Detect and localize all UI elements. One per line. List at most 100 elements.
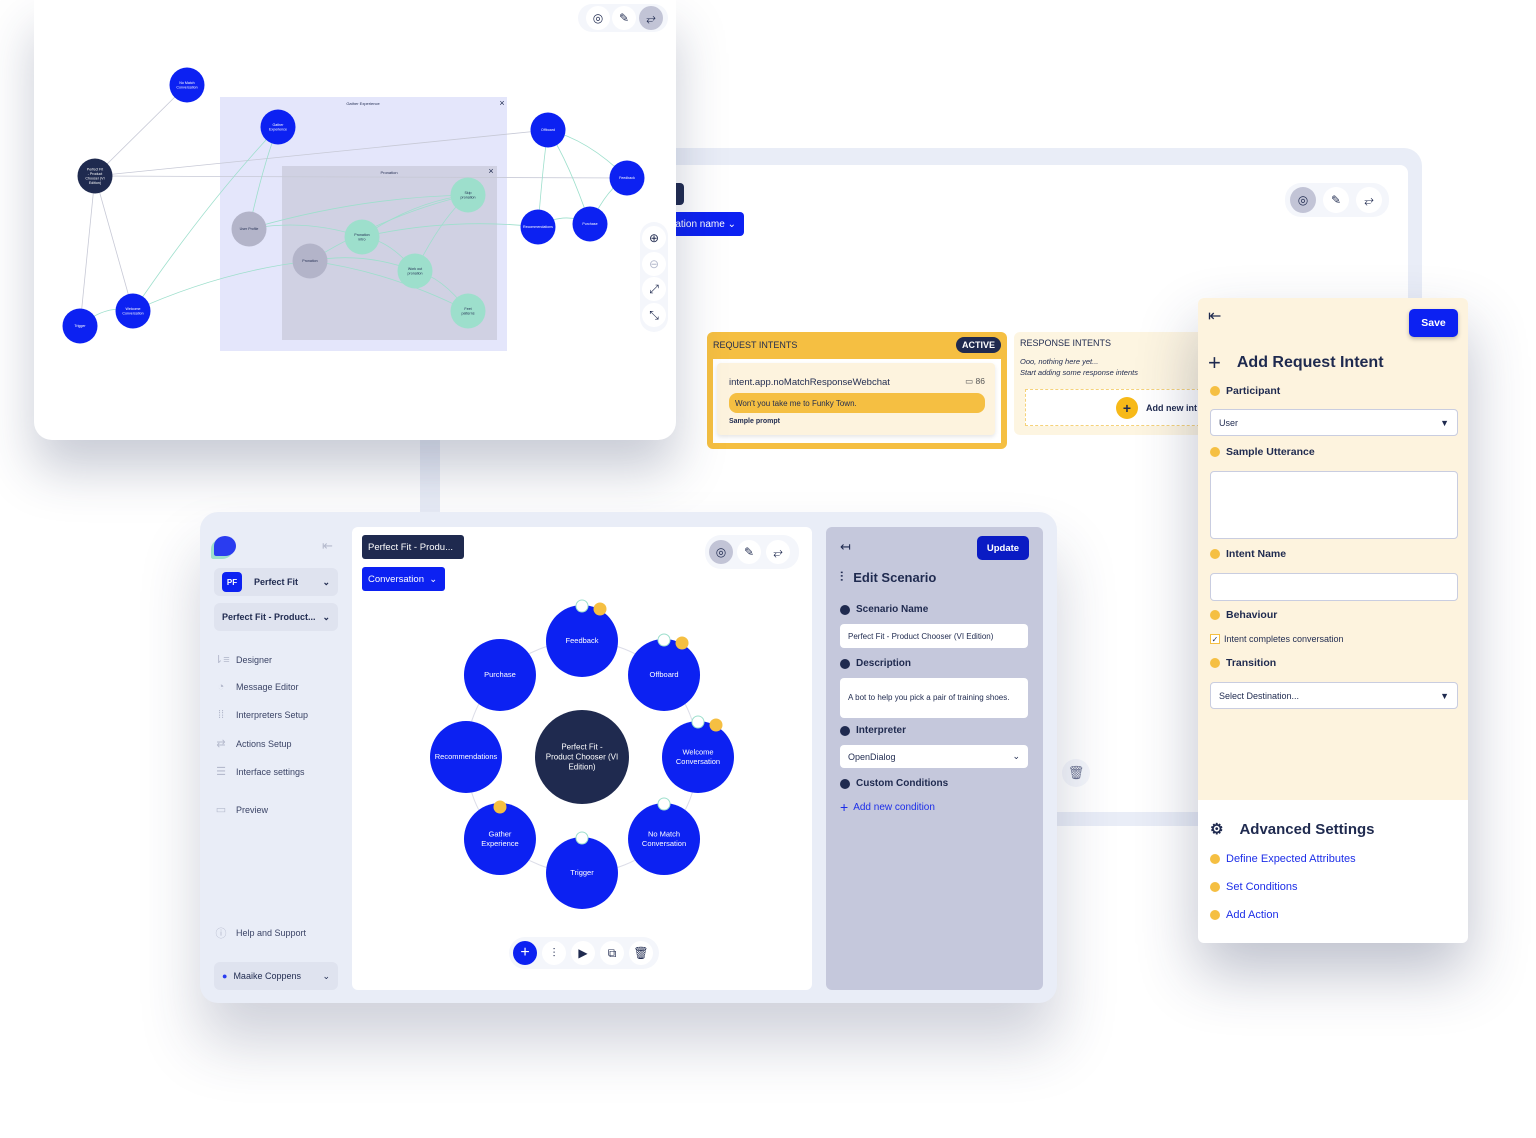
pin-icon: [575, 831, 589, 845]
chevron-down-icon: ⌄: [1012, 751, 1020, 761]
close-icon[interactable]: ×: [499, 98, 504, 108]
sidebar-item-actions[interactable]: ⇄ Actions Setup: [214, 737, 291, 750]
conversation-node-label: Purchase: [484, 670, 516, 679]
collapse-icon[interactable]: ⤡: [642, 303, 666, 327]
conversation-node-label: Feedback: [566, 636, 599, 645]
sidebar-item-message-editor[interactable]: ◔ Message Editor: [214, 681, 299, 693]
graph-node-label: Trigger: [74, 324, 86, 328]
completes-conversation-checkbox[interactable]: ✓ Intent completes conversation: [1210, 634, 1344, 644]
collapse-panel-icon[interactable]: ⇤: [1208, 306, 1221, 326]
chevron-down-icon: ⌄: [322, 576, 330, 587]
set-conditions-link[interactable]: Set Conditions: [1210, 881, 1298, 893]
add-button[interactable]: +: [513, 941, 537, 965]
gear-icon: ⚙: [1210, 821, 1224, 838]
request-intents-title: REQUEST INTENTS: [713, 340, 798, 350]
zoom-in-icon[interactable]: ⊕: [642, 226, 666, 250]
participant-select[interactable]: User ▼: [1210, 409, 1458, 436]
conversation-node-label: No Match Conversation: [642, 830, 686, 848]
sidebar-item-interface[interactable]: ☰ Interface settings: [214, 765, 304, 778]
chevron-down-icon: ⌄: [322, 611, 330, 622]
workspace-avatar: PF: [222, 572, 242, 592]
sidebar-item-preview[interactable]: ▭ Preview: [214, 803, 268, 816]
pin-icon: [657, 633, 671, 647]
graph-node-label: User Profile: [240, 227, 259, 231]
trash-icon[interactable]: 🗑: [1062, 759, 1090, 787]
add-condition-link[interactable]: + Add new condition: [840, 799, 935, 815]
help-link[interactable]: ⓘ Help and Support: [214, 925, 307, 941]
response-intents-title: RESPONSE INTENTS: [1020, 338, 1112, 348]
edit-scenario-panel: ↤ Update ⫶ Edit Scenario Scenario Name Pe…: [826, 527, 1043, 990]
expand-icon[interactable]: ⤢: [642, 277, 666, 301]
update-button[interactable]: Update: [977, 536, 1029, 560]
user-menu[interactable]: ● Maaike Coppens ⌄: [214, 962, 338, 990]
actions-icon: ⇄: [216, 738, 226, 750]
sliders-icon: ⫶: [840, 569, 844, 584]
graph-window: Gather Experience × Pronation × No Match Conv…: [34, 0, 676, 440]
chevron-down-icon: ⌄: [727, 218, 736, 230]
panel-title: Edit Scenario: [853, 569, 937, 585]
utterance-count: 86: [975, 376, 985, 386]
intent-name: intent.app.noMatchResponseWebchat: [729, 377, 890, 388]
plus-icon: +: [840, 799, 849, 815]
graph-node-label: Offboard: [541, 128, 555, 132]
scenario-ring-diagram: Feedback Offboard Welcome Conversation No Ma…: [430, 599, 734, 909]
view-toolbar: ◎ ✎ ⥂: [1285, 183, 1389, 217]
panel-title: Add Request Intent: [1236, 354, 1384, 371]
list-badge-icon: [709, 718, 723, 732]
scenario-icon[interactable]: ◎: [586, 6, 610, 30]
transition-select[interactable]: Select Destination... ▼: [1210, 682, 1458, 709]
canvas-toolbar: + ⫶ ▶ ⧉ 🗑: [509, 937, 659, 969]
message-icon[interactable]: ✎: [612, 6, 636, 30]
collapse-sidebar-icon[interactable]: ⇤: [322, 538, 333, 554]
workspace-select[interactable]: PF Perfect Fit ⌄: [214, 568, 338, 596]
save-button[interactable]: Save: [1409, 309, 1458, 337]
intent-item[interactable]: intent.app.noMatchResponseWebchat ▭ 86 W…: [717, 363, 995, 435]
message-editor-icon: ◔: [217, 681, 225, 693]
graph-edge: [79, 175, 96, 327]
list-badge-icon: [675, 636, 689, 650]
add-new-intent-button[interactable]: + Add new int: [1025, 389, 1215, 426]
preview-icon: ▭: [215, 804, 227, 816]
settings-sliders-button[interactable]: ⫶: [542, 941, 566, 965]
checkmark-icon: ✓: [1210, 634, 1220, 644]
graph-node-label: Purchase: [582, 222, 597, 226]
group-title: Pronation: [380, 170, 397, 175]
zoom-out-icon[interactable]: ⊖: [642, 252, 666, 276]
intent-name-input[interactable]: [1210, 573, 1458, 601]
message-icon[interactable]: ✎: [1323, 187, 1349, 213]
flow-icon[interactable]: ⥂: [1356, 187, 1382, 213]
app-logo: [214, 536, 236, 556]
user-avatar-icon: ●: [222, 971, 228, 981]
response-intents-card: RESPONSE INTENTS Ooo, nothing here yet..…: [1014, 332, 1215, 435]
pin-icon: [575, 599, 589, 613]
interpreter-select[interactable]: OpenDialog ⌄: [840, 745, 1028, 768]
sidebar-item-designer[interactable]: ⇂≡ Designer: [214, 653, 272, 666]
graph-node-label: No Match Conversation: [176, 81, 197, 90]
caret-down-icon: ▼: [1440, 417, 1449, 428]
sidebar-item-interpreters[interactable]: ⁞⁞ Interpreters Setup: [214, 709, 308, 721]
collapse-panel-icon[interactable]: ↤: [840, 539, 851, 555]
zoom-controls: ⊕ ⊖ ⤢ ⤡: [640, 222, 668, 332]
description-textarea[interactable]: A bot to help you pick a pair of trainin…: [840, 678, 1028, 718]
duplicate-button[interactable]: ⧉: [600, 941, 624, 965]
request-intents-card: REQUEST INTENTS ACTIVE intent.app.noMatc…: [707, 332, 1007, 449]
play-button[interactable]: ▶: [571, 941, 595, 965]
plus-icon: +: [1116, 396, 1138, 419]
scenario-name-input[interactable]: Perfect Fit - Product Chooser (VI Editio…: [840, 624, 1028, 648]
graph-node-label: Work out pronation: [408, 267, 423, 276]
add-request-intent-panel: ⇤ Save + Add Request Intent Participant U…: [1198, 298, 1468, 943]
conversation-node-label: Offboard: [649, 670, 678, 679]
chevron-down-icon: ⌄: [322, 970, 330, 981]
add-action-link[interactable]: Add Action: [1210, 909, 1279, 921]
scenario-select[interactable]: Perfect Fit - Product... ⌄: [214, 603, 338, 631]
info-icon: ⓘ: [215, 928, 227, 940]
scenario-icon[interactable]: ◎: [1290, 187, 1316, 213]
pin-icon: [691, 715, 705, 729]
group-title: Gather Experience: [346, 101, 380, 106]
flow-icon[interactable]: ⥂: [639, 6, 663, 30]
delete-button[interactable]: 🗑: [629, 941, 653, 965]
sample-prompt-label: Sample prompt: [729, 418, 780, 425]
sample-utterance-textarea[interactable]: [1210, 471, 1458, 539]
define-attributes-link[interactable]: Define Expected Attributes: [1210, 853, 1356, 865]
close-icon[interactable]: ×: [488, 166, 493, 176]
